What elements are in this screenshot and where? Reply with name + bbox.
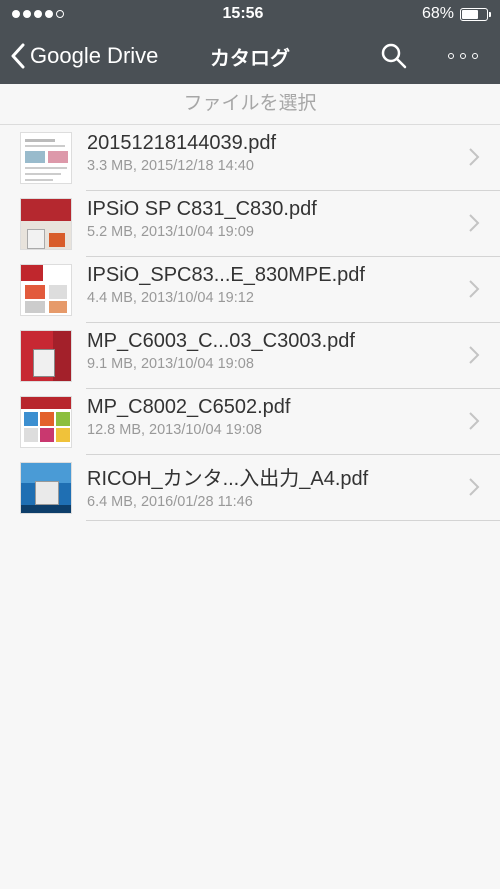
chevron-right-icon <box>469 214 480 232</box>
file-meta: 12.8 MB, 2013/10/04 19:08 <box>87 422 262 438</box>
more-icon-dot <box>460 53 466 59</box>
pdf-thumbnail <box>20 198 72 250</box>
back-button[interactable]: Google Drive <box>0 43 158 69</box>
file-meta: 6.4 MB, 2016/01/28 11:46 <box>87 494 253 510</box>
chevron-right-icon <box>469 148 480 166</box>
back-label: Google Drive <box>30 43 159 68</box>
status-right: 68% <box>421 5 491 23</box>
more-icon <box>448 53 454 59</box>
battery-icon <box>459 7 491 21</box>
more-icon-dot <box>472 53 478 59</box>
signal-strength-icon <box>12 10 64 18</box>
chevron-right-icon <box>469 346 480 364</box>
file-meta: 3.3 MB, 2015/12/18 14:40 <box>87 158 254 174</box>
status-left <box>12 10 64 18</box>
status-bar: 15:56 68% <box>0 0 500 28</box>
chevron-right-icon <box>469 478 480 496</box>
file-name: IPSiO_SPC83...E_830MPE.pdf <box>87 264 365 286</box>
navigation-bar: Google Drive カタログ <box>0 28 500 84</box>
chevron-right-icon <box>469 280 480 298</box>
pdf-thumbnail <box>20 264 72 316</box>
file-row[interactable]: MP_C8002_C6502.pdf 12.8 MB, 2013/10/04 1… <box>0 389 500 455</box>
file-meta: 4.4 MB, 2013/10/04 19:12 <box>87 290 254 306</box>
chevron-left-icon <box>11 43 25 69</box>
file-name: 20151218144039.pdf <box>87 132 277 154</box>
file-meta: 5.2 MB, 2013/10/04 19:09 <box>87 224 254 240</box>
search-button[interactable] <box>380 42 408 70</box>
select-file-header: ファイルを選択 <box>0 84 500 125</box>
search-icon <box>381 43 407 69</box>
file-list: 20151218144039.pdf 3.3 MB, 2015/12/18 14… <box>0 125 500 521</box>
file-meta: 9.1 MB, 2013/10/04 19:08 <box>87 356 254 372</box>
pdf-thumbnail <box>20 396 72 448</box>
status-time: 15:56 <box>222 5 264 22</box>
file-name: MP_C8002_C6502.pdf <box>87 396 291 418</box>
pdf-thumbnail <box>20 330 72 382</box>
pdf-thumbnail <box>20 462 72 514</box>
file-row[interactable]: IPSiO_SPC83...E_830MPE.pdf 4.4 MB, 2013/… <box>0 257 500 323</box>
pdf-thumbnail <box>20 132 72 184</box>
more-button[interactable] <box>448 45 478 67</box>
file-row[interactable]: 20151218144039.pdf 3.3 MB, 2015/12/18 14… <box>0 125 500 191</box>
battery-percent: 68% <box>421 5 454 22</box>
file-name: IPSiO SP C831_C830.pdf <box>87 198 317 220</box>
file-name: MP_C6003_C...03_C3003.pdf <box>87 330 355 352</box>
chevron-right-icon <box>469 412 480 430</box>
file-row[interactable]: IPSiO SP C831_C830.pdf 5.2 MB, 2013/10/0… <box>0 191 500 257</box>
file-name: RICOH_カンタ...入出力_A4.pdf <box>87 468 369 490</box>
file-row[interactable]: RICOH_カンタ...入出力_A4.pdf 6.4 MB, 2016/01/2… <box>0 455 500 521</box>
file-row[interactable]: MP_C6003_C...03_C3003.pdf 9.1 MB, 2013/1… <box>0 323 500 389</box>
